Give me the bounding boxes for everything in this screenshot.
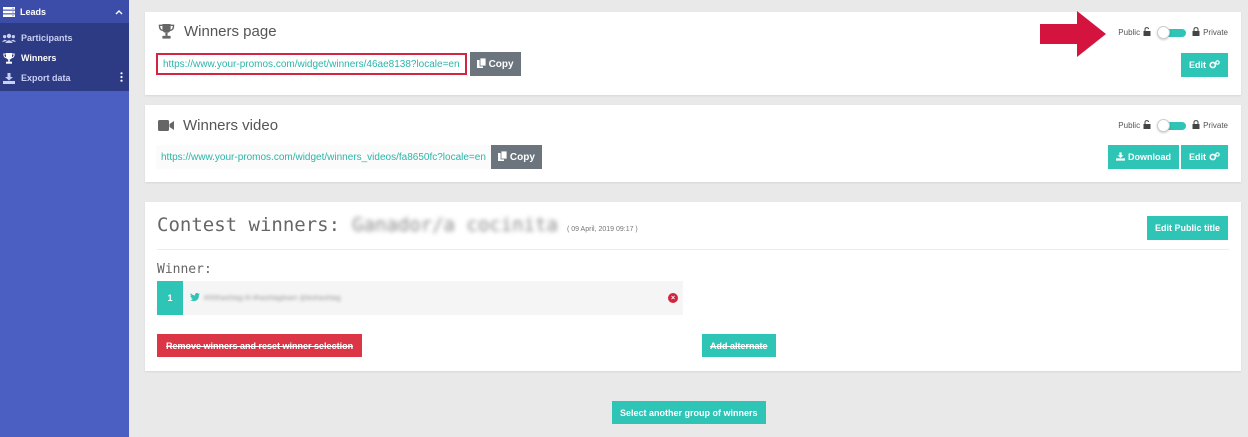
download-icon: [1116, 151, 1125, 163]
winner-entry: #IIIIIhashtag-III-#hashtagteam @texhasht…: [190, 293, 668, 303]
add-alternate-label: Add alternate: [710, 340, 768, 351]
remove-winners-label: Remove winners and reset winner selectio…: [166, 340, 354, 351]
cogs-icon: [1209, 151, 1220, 163]
winner-row: 1 #IIIIIhashtag-III-#hashtagteam @texhas…: [157, 281, 683, 315]
edit-winners-video-button[interactable]: Edit: [1181, 145, 1228, 169]
twitter-icon: [190, 293, 200, 303]
sidebar-item-winners[interactable]: Winners: [0, 48, 129, 68]
sidebar-item-export-data[interactable]: Export data: [0, 68, 129, 88]
winners-video-url-row: https://www.your-promos.com/widget/winne…: [156, 145, 542, 169]
sidebar-header-leads[interactable]: Leads: [0, 0, 129, 23]
edit-public-title-button[interactable]: Edit Public title: [1146, 216, 1228, 240]
chevron-up-icon[interactable]: [115, 7, 123, 17]
visibility-switch[interactable]: [1157, 119, 1187, 132]
contest-name: Ganador/a cocinita: [352, 214, 558, 236]
copy-icon: [476, 57, 486, 71]
contest-winners-card: Contest winners: Ganador/a cocinita ( 09…: [145, 202, 1241, 371]
winner-heading: Winner:: [157, 262, 212, 277]
visibility-switch[interactable]: [1157, 26, 1187, 39]
winner-rank: 1: [157, 281, 183, 315]
download-icon: [2, 72, 16, 84]
unlock-icon: [1143, 120, 1151, 131]
sidebar-header-label: Leads: [20, 6, 47, 17]
server-icon: [2, 6, 16, 17]
trophy-icon: [2, 52, 16, 64]
copy-label: Copy: [488, 58, 514, 70]
public-label: Public: [1118, 28, 1141, 37]
page-title: Winners page: [184, 23, 277, 40]
edit-public-title-label: Edit Public title: [1154, 223, 1220, 233]
remove-winners-button[interactable]: Remove winners and reset winner selectio…: [157, 334, 363, 357]
edit-winners-page-button[interactable]: Edit: [1181, 53, 1228, 77]
trophy-icon: [158, 24, 175, 39]
contest-date: ( 09 April, 2019 09:17 ): [566, 226, 638, 233]
public-label: Public: [1118, 121, 1141, 130]
winners-video-visibility-toggle: Public Private: [1118, 119, 1228, 132]
contest-title: Contest winners: Ganador/a cocinita ( 09…: [157, 214, 638, 236]
sidebar-submenu: Participants Winners Export data: [0, 23, 129, 91]
select-another-group-button[interactable]: Select another group of winners: [612, 401, 766, 424]
sidebar-item-participants[interactable]: Participants: [0, 28, 129, 48]
download-label: Download: [1128, 152, 1171, 162]
sidebar-item-label: Participants: [21, 33, 73, 43]
lock-icon: [1192, 27, 1200, 38]
red-arrow-icon: [1040, 11, 1106, 57]
winners-page-url-row: https://www.your-promos.com/widget/winne…: [156, 52, 521, 76]
winners-video-card: Winners video https://www.your-promos.co…: [145, 105, 1241, 182]
select-group-label: Select another group of winners: [620, 407, 758, 418]
cogs-icon: [1209, 59, 1220, 71]
sidebar-item-label: Export data: [21, 73, 71, 83]
divider: [157, 249, 1229, 250]
download-video-button[interactable]: Download: [1108, 145, 1179, 169]
edit-label: Edit: [1189, 60, 1206, 70]
add-alternate-button[interactable]: Add alternate: [702, 334, 776, 357]
video-camera-icon: [158, 120, 174, 131]
copy-winners-page-url-button[interactable]: Copy: [469, 52, 521, 76]
sidebar-item-label: Winners: [21, 53, 57, 63]
winners-video-url[interactable]: https://www.your-promos.com/widget/winne…: [156, 145, 491, 169]
contest-title-label: Contest winners:: [157, 214, 341, 236]
winner-text: #IIIIIhashtag-III-#hashtagteam @texhasht…: [204, 294, 341, 302]
winners-video-heading: Winners video: [158, 117, 278, 134]
edit-label: Edit: [1189, 152, 1206, 162]
private-label: Private: [1203, 28, 1228, 37]
copy-winners-video-url-button[interactable]: Copy: [490, 145, 542, 169]
more-vertical-icon[interactable]: [120, 72, 123, 84]
private-label: Private: [1203, 121, 1228, 130]
unlock-icon: [1143, 27, 1151, 38]
sidebar: Leads Participants Winners Export data: [0, 0, 129, 437]
copy-icon: [497, 150, 508, 164]
users-icon: [2, 33, 16, 43]
winners-page-url[interactable]: https://www.your-promos.com/widget/winne…: [156, 53, 467, 75]
winners-page-visibility-toggle: Public Private: [1118, 26, 1228, 39]
winners-page-heading: Winners page: [158, 23, 277, 40]
remove-winner-icon[interactable]: ×: [668, 293, 678, 303]
video-title: Winners video: [183, 117, 279, 134]
lock-icon: [1192, 120, 1200, 131]
copy-label: Copy: [509, 151, 535, 163]
